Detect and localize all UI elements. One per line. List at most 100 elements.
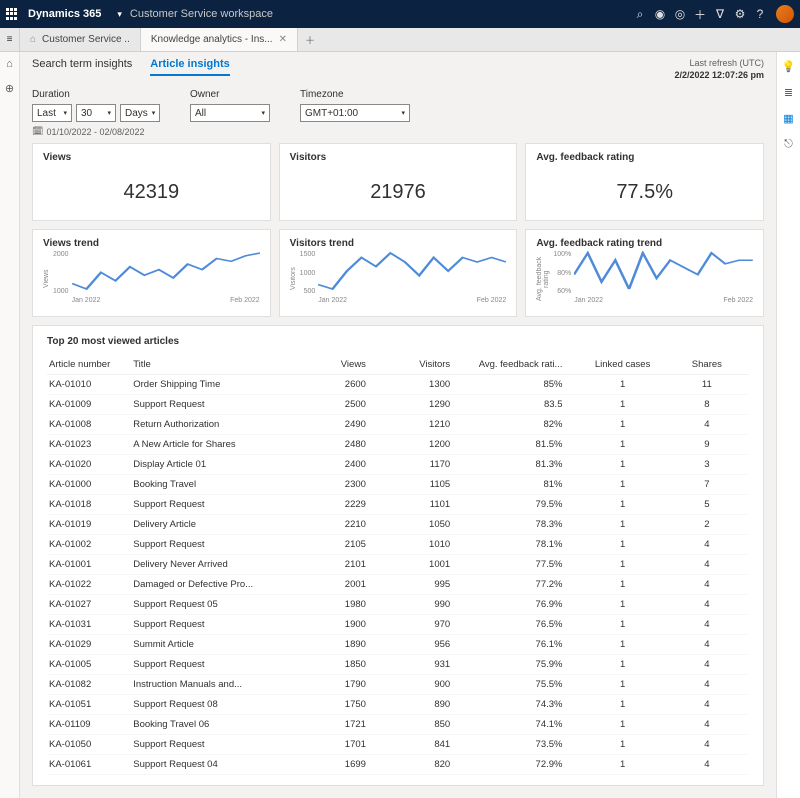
table-row[interactable]: KA-01027Support Request 05198099076.9%14 [47,595,749,615]
cell: 1 [580,655,664,675]
cell: 76.1% [468,635,580,655]
main-content: Search term insights Article insights La… [20,52,776,798]
col-header[interactable]: Title [131,355,299,375]
table-row[interactable]: KA-01000Booking Travel2300110581%17 [47,475,749,495]
table-row[interactable]: KA-01029Summit Article189095676.1%14 [47,635,749,655]
y-axis-label: Visitors [290,251,297,307]
grid-icon[interactable]: ▦ [782,112,796,126]
pin-icon[interactable]: ⊕ [3,82,17,96]
chart-title: Visitors trend [290,238,507,249]
duration-count-select[interactable]: 30▾ [76,104,116,122]
hamburger-icon[interactable]: ≡ [0,28,20,51]
col-header[interactable]: Linked cases [580,355,664,375]
cell: 990 [384,595,468,615]
cell: 4 [665,675,749,695]
add-icon[interactable]: ＋ [690,6,710,23]
cell: 2300 [300,475,384,495]
cell: Display Article 01 [131,455,299,475]
cell: Support Request 08 [131,695,299,715]
filter-label: Duration [32,89,160,100]
table-row[interactable]: KA-01051Support Request 08175089074.3%14 [47,695,749,715]
cell: 2101 [300,555,384,575]
col-header[interactable]: Views [300,355,384,375]
table-row[interactable]: KA-01008Return Authorization2490121082%1… [47,415,749,435]
cell: 1300 [384,375,468,395]
owner-select[interactable]: All▾ [190,104,270,122]
filter-icon[interactable]: ∇ [710,7,730,21]
table-row[interactable]: KA-01022Damaged or Defective Pro...20019… [47,575,749,595]
timezone-select[interactable]: GMT+01:00▾ [300,104,410,122]
target-icon[interactable]: ◎ [670,7,690,21]
duration-unit-select[interactable]: Days▾ [120,104,160,122]
cell: 841 [384,735,468,755]
table-row[interactable]: KA-01001Delivery Never Arrived2101100177… [47,555,749,575]
table-row[interactable]: KA-01005Support Request185093175.9%14 [47,655,749,675]
cell: Delivery Never Arrived [131,555,299,575]
bell-icon[interactable]: ◉ [650,7,670,21]
filter-label: Owner [190,89,270,100]
col-header[interactable]: Visitors [384,355,468,375]
search-icon[interactable]: ⌕ [630,7,650,22]
y-axis-ticks: 100%80%60% [550,251,574,307]
list-icon[interactable]: ≣ [782,86,796,100]
table-row[interactable]: KA-01061Support Request 04169982072.9%14 [47,755,749,775]
duration-mode-select[interactable]: Last▾ [32,104,72,122]
col-header[interactable]: Avg. feedback rati... [468,355,580,375]
chevron-down-icon[interactable]: ▾ [117,9,122,20]
cell: 11 [665,375,749,395]
table-row[interactable]: KA-01010Order Shipping Time2600130085%11… [47,375,749,395]
workspace-label: Customer Service workspace [130,8,273,20]
table-row[interactable]: KA-01009Support Request2500129083.518 [47,395,749,415]
table-row[interactable]: KA-01018Support Request2229110179.5%15 [47,495,749,515]
tab-label: Customer Service .. [42,34,130,45]
gear-icon[interactable]: ⚙ [730,7,750,21]
cell: KA-01008 [47,415,131,435]
table-row[interactable]: KA-01020Display Article 012400117081.3%1… [47,455,749,475]
help-icon[interactable]: ? [750,7,770,21]
col-header[interactable]: Shares [665,355,749,375]
cell: 4 [665,655,749,675]
cell: 850 [384,715,468,735]
table-row[interactable]: KA-01082Instruction Manuals and...179090… [47,675,749,695]
cell: 76.5% [468,615,580,635]
cell: Support Request [131,395,299,415]
tab-search-term-insights[interactable]: Search term insights [32,58,132,76]
table-row[interactable]: KA-01031Support Request190097076.5%14 [47,615,749,635]
share-icon[interactable]: ⎋ [782,138,796,152]
tab-knowledge-analytics[interactable]: Knowledge analytics - Ins...✕ [141,28,298,51]
table-row[interactable]: KA-01023A New Article for Shares24801200… [47,435,749,455]
cell: 1210 [384,415,468,435]
table-row[interactable]: KA-01002Support Request2105101078.1%14 [47,535,749,555]
cell: KA-01023 [47,435,131,455]
cell: 77.5% [468,555,580,575]
table-row[interactable]: KA-01050Support Request170184173.5%14 [47,735,749,755]
cell: 1701 [300,735,384,755]
close-icon[interactable]: ✕ [279,34,287,45]
cell: 1900 [300,615,384,635]
cell: 1 [580,415,664,435]
cell: 81.3% [468,455,580,475]
cell: Instruction Manuals and... [131,675,299,695]
idea-icon[interactable]: 💡 [782,60,796,74]
card-value: 21976 [290,181,507,204]
cell: KA-01005 [47,655,131,675]
cell: 1 [580,735,664,755]
table-row[interactable]: KA-01019Delivery Article2210105078.3%12 [47,515,749,535]
table-title: Top 20 most viewed articles [47,336,749,347]
cell: 1 [580,455,664,475]
app-launcher-icon[interactable] [6,8,18,20]
cell: 1699 [300,755,384,775]
table-row[interactable]: KA-01109Booking Travel 06172185074.1%14 [47,715,749,735]
tab-customer-service[interactable]: ⌂Customer Service .. [20,28,141,51]
col-header[interactable]: Article number [47,355,131,375]
new-tab-button[interactable]: ＋ [298,28,322,51]
avatar[interactable] [776,5,794,23]
tab-article-insights[interactable]: Article insights [150,58,229,76]
cell: 1790 [300,675,384,695]
cell: 7 [665,475,749,495]
cell: Support Request [131,615,299,635]
cell: 970 [384,615,468,635]
home-icon[interactable]: ⌂ [3,58,17,72]
y-axis-label: Avg. feedback rating [536,251,550,307]
cell: 4 [665,695,749,715]
